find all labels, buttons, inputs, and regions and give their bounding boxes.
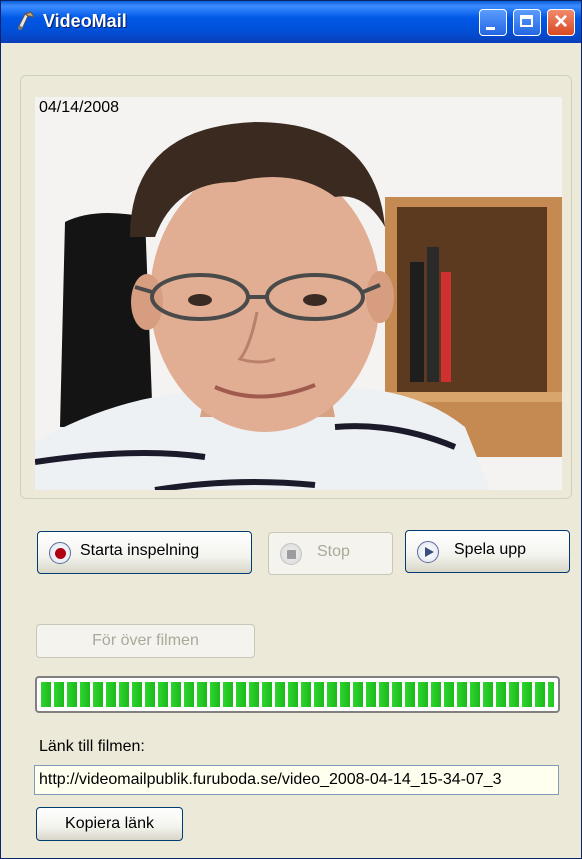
progress-fill (41, 682, 554, 707)
videomail-app-icon (15, 10, 37, 32)
play-label: Spela upp (454, 541, 527, 558)
stop-button[interactable]: Stop (268, 532, 393, 575)
start-recording-button[interactable]: Starta inspelning (37, 531, 252, 574)
play-icon (417, 541, 439, 563)
copy-link-button[interactable]: Kopiera länk (36, 807, 183, 841)
upload-progress-bar (35, 676, 560, 713)
transfer-video-label: För över filmen (92, 632, 199, 649)
stop-label: Stop (317, 543, 350, 560)
video-group-box: 04/14/2008 (20, 75, 572, 499)
close-button[interactable]: × (547, 9, 575, 36)
video-link-field[interactable] (35, 766, 558, 794)
transfer-video-button[interactable]: För över filmen (36, 624, 255, 658)
play-button[interactable]: Spela upp (405, 530, 570, 573)
minimize-icon (486, 27, 495, 30)
title-bar[interactable]: VideoMail × (1, 1, 581, 43)
start-recording-label: Starta inspelning (80, 542, 200, 559)
record-icon (49, 542, 71, 564)
close-icon: × (553, 8, 568, 35)
minimize-button[interactable] (479, 9, 507, 36)
window-title: VideoMail (43, 11, 127, 31)
copy-link-label: Kopiera länk (65, 815, 154, 832)
video-timestamp: 04/14/2008 (39, 99, 120, 116)
maximize-button[interactable] (513, 9, 541, 36)
video-link-field-wrapper (34, 765, 559, 795)
maximize-icon (520, 15, 533, 27)
webcam-image (35, 97, 562, 490)
stop-icon (280, 543, 302, 565)
video-link-label: Länk till filmen: (39, 738, 145, 755)
videomail-window: VideoMail × 04/14/2008 Starta inspelning… (0, 0, 582, 859)
webcam-preview: 04/14/2008 (35, 97, 562, 490)
